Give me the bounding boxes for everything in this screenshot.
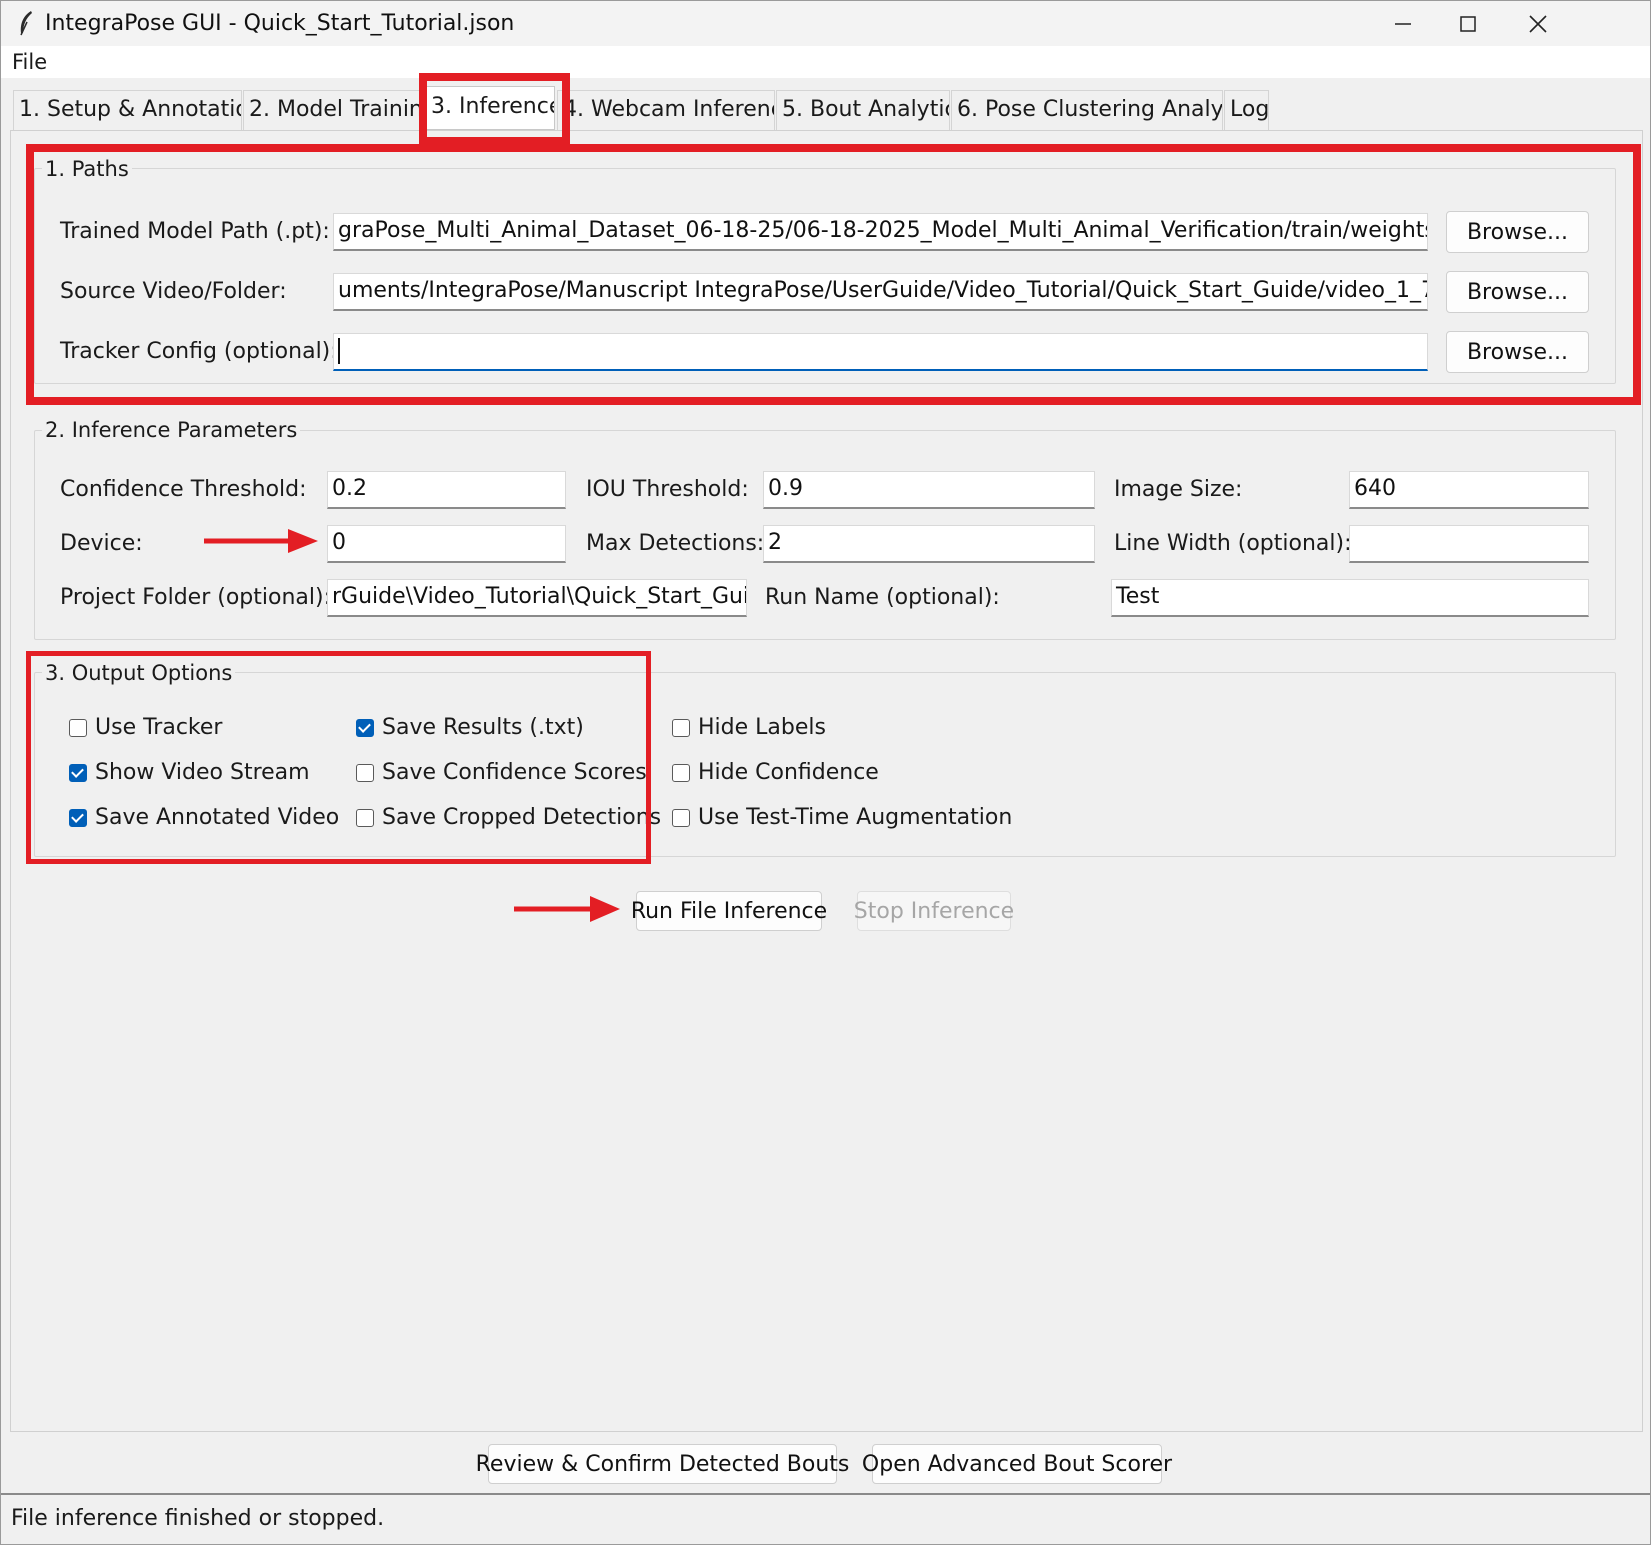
image-size-label: Image Size:	[1114, 477, 1243, 502]
arrow-to-device-icon	[204, 529, 318, 553]
line-width-input[interactable]	[1349, 525, 1589, 563]
hide-confidence-checkbox[interactable]	[672, 764, 690, 782]
tab-webcam-inference[interactable]: 4. Webcam Inference	[557, 90, 775, 130]
tab-model-training[interactable]: 2. Model Training	[243, 90, 421, 130]
minimize-icon	[1395, 23, 1411, 25]
run-file-inference-button[interactable]: Run File Inference	[631, 891, 827, 931]
hide-confidence-label: Hide Confidence	[698, 760, 879, 785]
highlight-output-options	[26, 651, 651, 864]
confidence-input[interactable]: 0.2	[327, 471, 566, 509]
project-folder-input[interactable]: rGuide\Video_Tutorial\Quick_Start_Guide	[327, 579, 747, 617]
device-input[interactable]: 0	[327, 525, 566, 563]
title-bar: IntegraPose GUI - Quick_Start_Tutorial.j…	[1, 1, 1650, 46]
params-frame-title: 2. Inference Parameters	[42, 417, 301, 443]
device-label: Device:	[60, 531, 143, 556]
max-detections-input[interactable]: 2	[763, 525, 1095, 563]
use-tta-checkbox[interactable]	[672, 809, 690, 827]
tab-log[interactable]: Log	[1224, 90, 1269, 130]
close-window-button[interactable]	[1503, 2, 1573, 46]
line-width-label: Line Width (optional):	[1114, 531, 1352, 556]
minimize-button[interactable]	[1368, 2, 1438, 46]
project-folder-label: Project Folder (optional):	[60, 585, 331, 610]
iou-input[interactable]: 0.9	[763, 471, 1095, 509]
maximize-icon	[1460, 16, 1476, 32]
arrow-to-run-button-icon	[514, 896, 620, 922]
maximize-button[interactable]	[1433, 2, 1503, 46]
close-icon	[1529, 15, 1547, 33]
tab-pose-clustering[interactable]: 6. Pose Clustering Analysis	[951, 90, 1223, 130]
confidence-label: Confidence Threshold:	[60, 477, 307, 502]
highlight-inference-tab	[419, 73, 570, 145]
menu-bar: File	[1, 46, 1650, 78]
run-name-input[interactable]: Test	[1111, 579, 1589, 617]
image-size-input[interactable]: 640	[1349, 471, 1589, 509]
feather-icon	[20, 11, 32, 36]
iou-label: IOU Threshold:	[586, 477, 749, 502]
advanced-bout-scorer-button[interactable]: Open Advanced Bout Scorer	[862, 1444, 1172, 1484]
highlight-paths-section	[26, 144, 1641, 405]
max-detections-label: Max Detections:	[586, 531, 765, 556]
stop-inference-button[interactable]: Stop Inference	[854, 891, 1014, 931]
tab-setup-annotation[interactable]: 1. Setup & Annotation	[13, 90, 242, 130]
hide-labels-label: Hide Labels	[698, 715, 826, 740]
window-title: IntegraPose GUI - Quick_Start_Tutorial.j…	[45, 11, 515, 36]
run-name-label: Run Name (optional):	[765, 585, 1000, 610]
use-tta-label: Use Test-Time Augmentation	[698, 805, 1013, 830]
tab-bout-analytics[interactable]: 5. Bout Analytics	[776, 90, 950, 130]
menu-file[interactable]: File	[12, 50, 47, 74]
hide-labels-checkbox[interactable]	[672, 719, 690, 737]
status-bar: File inference finished or stopped.	[1, 1493, 1650, 1544]
status-text: File inference finished or stopped.	[11, 1506, 385, 1531]
review-bouts-button[interactable]: Review & Confirm Detected Bouts	[476, 1444, 849, 1484]
